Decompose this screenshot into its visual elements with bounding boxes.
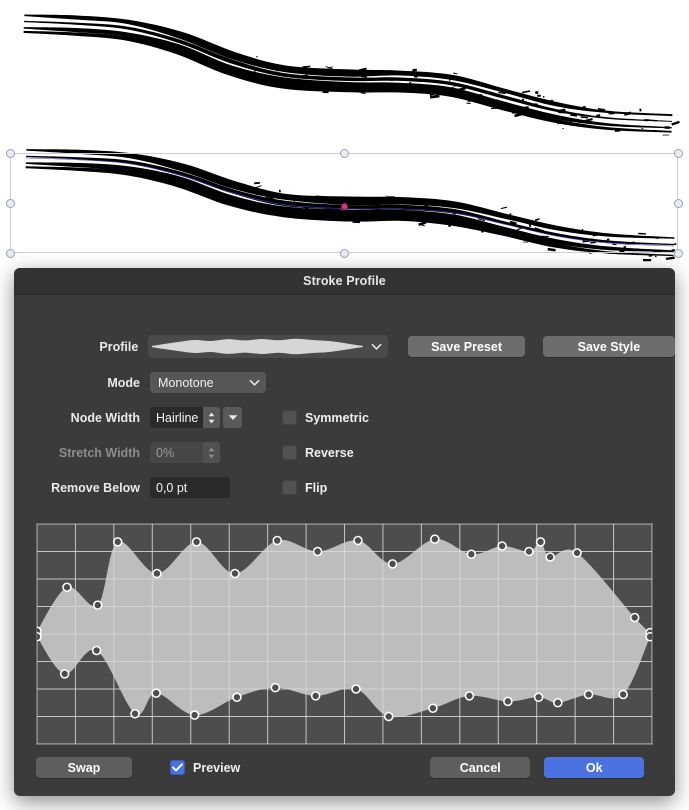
node-width-stepper[interactable]	[203, 407, 220, 428]
remove-below-input[interactable]: 0,0 pt	[150, 477, 230, 498]
dialog-body: Profile Save Preset Save Style Mode Mono…	[14, 295, 675, 796]
save-style-button[interactable]: Save Style	[542, 336, 675, 357]
selection-handle-bl[interactable]	[6, 249, 15, 258]
remove-below-row: Remove Below 0,0 pt Flip	[14, 477, 675, 498]
stretch-width-row: Stretch Width 0% Reverse	[14, 442, 675, 463]
mode-label: Mode	[107, 375, 140, 390]
node-width-label: Node Width	[70, 410, 140, 425]
flip-checkbox-row[interactable]: Flip	[282, 480, 327, 495]
reverse-checkbox[interactable]	[282, 445, 297, 460]
stretch-width-value: 0%	[156, 445, 175, 460]
symmetric-label: Symmetric	[305, 410, 369, 425]
mode-row: Mode Monotone	[14, 372, 675, 393]
selection-handle-ml[interactable]	[6, 199, 15, 208]
preview-label: Preview	[193, 760, 241, 775]
selection-handle-tl[interactable]	[6, 149, 15, 158]
app-root: Stroke Profile Profile Save Preset Save …	[0, 0, 689, 810]
reverse-label: Reverse	[305, 445, 354, 460]
save-preset-button[interactable]: Save Preset	[408, 336, 525, 357]
stretch-width-stepper	[203, 442, 220, 463]
document-canvas[interactable]	[0, 0, 689, 268]
chevron-down-icon	[371, 341, 382, 352]
stretch-width-input: 0%	[150, 442, 220, 463]
stretch-width-label: Stretch Width	[58, 445, 140, 460]
symmetric-checkbox[interactable]	[282, 410, 297, 425]
flip-checkbox[interactable]	[282, 480, 297, 495]
selection-handle-tc[interactable]	[340, 149, 349, 158]
selection-handle-br[interactable]	[674, 249, 683, 258]
symmetric-checkbox-row[interactable]: Symmetric	[282, 410, 369, 425]
profile-dropdown[interactable]	[148, 335, 389, 358]
profile-graph-editor[interactable]	[36, 523, 653, 745]
ok-button[interactable]: Ok	[544, 757, 645, 778]
node-width-input[interactable]: Hairline	[150, 407, 220, 428]
profile-graph-svg[interactable]	[37, 524, 652, 744]
reverse-checkbox-row[interactable]: Reverse	[282, 445, 354, 460]
dialog-titlebar[interactable]: Stroke Profile	[14, 268, 675, 295]
dialog-footer: Swap Preview Cancel Ok	[14, 751, 675, 796]
node-width-row: Node Width Hairline Symmetric	[14, 407, 675, 428]
dialog-title: Stroke Profile	[303, 274, 386, 288]
chevron-down-icon	[249, 377, 260, 388]
selection-handle-mr[interactable]	[674, 199, 683, 208]
selection-handle-bc[interactable]	[340, 249, 349, 258]
swap-button[interactable]: Swap	[36, 757, 132, 778]
flip-label: Flip	[305, 480, 328, 495]
footer-row: Swap Preview Cancel Ok	[14, 757, 675, 778]
stroke-profile-dialog: Stroke Profile Profile Save Preset Save …	[14, 268, 675, 796]
preview-checkbox-row[interactable]: Preview	[170, 760, 240, 775]
profile-row: Profile Save Preset Save Style	[14, 335, 675, 358]
remove-below-value: 0,0 pt	[156, 480, 188, 495]
node-width-value: Hairline	[156, 410, 199, 425]
profile-preview-shape	[152, 338, 364, 355]
cancel-button[interactable]: Cancel	[430, 757, 531, 778]
node-width-dropdown-button[interactable]	[223, 407, 242, 428]
mode-dropdown[interactable]: Monotone	[150, 372, 266, 393]
preview-checkbox[interactable]	[170, 760, 185, 775]
selection-handle-tr[interactable]	[674, 149, 683, 158]
profile-label: Profile	[99, 339, 139, 354]
path-center-node[interactable]	[341, 203, 348, 210]
remove-below-label: Remove Below	[51, 480, 140, 495]
mode-value: Monotone	[158, 375, 214, 390]
